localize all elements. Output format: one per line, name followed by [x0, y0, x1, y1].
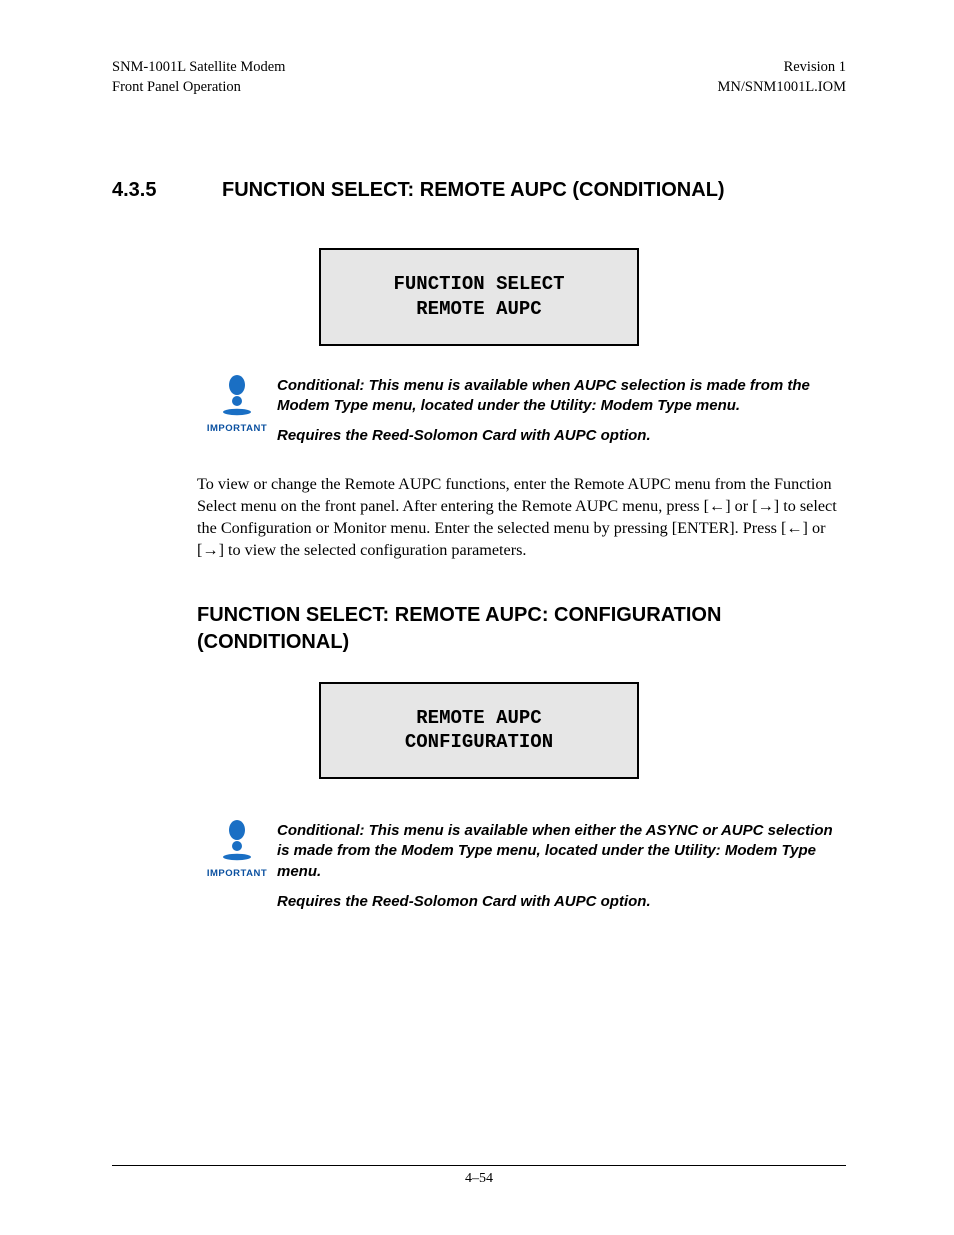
header-right: Revision 1 MN/SNM1001L.IOM — [718, 58, 847, 97]
important-text-p2: Requires the Reed-Solomon Card with AUPC… — [277, 426, 846, 446]
page-footer: 4–54 — [112, 1165, 846, 1187]
section-number: 4.3.5 — [112, 179, 222, 202]
important-icon-cell: IMPORTANT — [197, 374, 277, 447]
lcd-line2: CONFIGURATION — [331, 730, 627, 755]
important-label: IMPORTANT — [197, 868, 277, 879]
header-left-line2: Front Panel Operation — [112, 78, 285, 98]
important-text-p1: Conditional: This menu is available when… — [277, 376, 846, 417]
section-title: FUNCTION SELECT: REMOTE AUPC (CONDITIONA… — [222, 179, 846, 202]
section-heading: 4.3.5 FUNCTION SELECT: REMOTE AUPC (COND… — [112, 179, 846, 202]
lcd-display-function-select: FUNCTION SELECT REMOTE AUPC — [319, 248, 639, 345]
header-right-line2: MN/SNM1001L.IOM — [718, 78, 847, 98]
important-icon-cell: IMPORTANT — [197, 819, 277, 912]
important-text: Conditional: This menu is available when… — [277, 819, 846, 912]
sub-heading: FUNCTION SELECT: REMOTE AUPC: CONFIGURAT… — [197, 602, 846, 656]
lcd-display-remote-aupc-config: REMOTE AUPC CONFIGURATION — [319, 682, 639, 779]
important-text-p1: Conditional: This menu is available when… — [277, 821, 846, 882]
header-left: SNM-1001L Satellite Modem Front Panel Op… — [112, 58, 285, 97]
important-icon — [219, 374, 255, 416]
page-number: 4–54 — [465, 1171, 493, 1186]
content-area: SNM-1001L Satellite Modem Front Panel Op… — [112, 58, 846, 1175]
document-page: SNM-1001L Satellite Modem Front Panel Op… — [0, 0, 954, 1235]
lcd-line2: REMOTE AUPC — [331, 297, 627, 322]
important-label: IMPORTANT — [197, 423, 277, 434]
header-left-line1: SNM-1001L Satellite Modem — [112, 58, 285, 78]
important-note: IMPORTANT Conditional: This menu is avai… — [197, 819, 846, 912]
important-icon — [219, 819, 255, 861]
important-text-p2: Requires the Reed-Solomon Card with AUPC… — [277, 892, 846, 912]
page-header: SNM-1001L Satellite Modem Front Panel Op… — [112, 58, 846, 97]
important-text: Conditional: This menu is available when… — [277, 374, 846, 447]
body-paragraph: To view or change the Remote AUPC functi… — [197, 474, 846, 561]
header-right-line1: Revision 1 — [718, 58, 847, 78]
important-note: IMPORTANT Conditional: This menu is avai… — [197, 374, 846, 447]
lcd-line1: FUNCTION SELECT — [331, 272, 627, 297]
lcd-line1: REMOTE AUPC — [331, 706, 627, 731]
